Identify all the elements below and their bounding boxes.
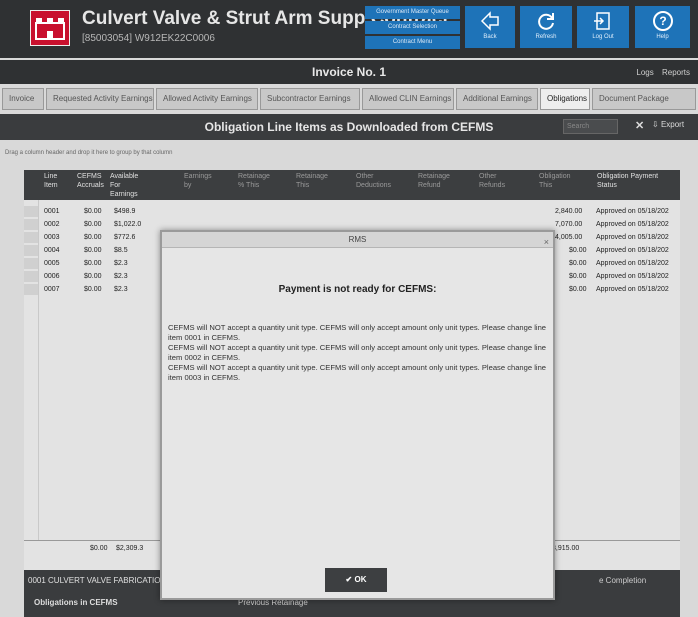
ok-label: OK [354,575,367,584]
contract-id: [85003054] W912EK22C0006 [82,33,215,44]
help-icon: ? [652,11,673,31]
header-earnings-by[interactable]: Earnings by [184,172,212,190]
app-header: Culvert Valve & Strut Arm Supp Contract … [0,0,698,58]
dialog-title-text: RMS [348,235,367,244]
dialog-heading: Payment is not ready for CEFMS: [278,284,437,295]
footer-obligation: 3,915.00 [552,545,580,552]
export-icon: ⇩ [652,120,659,129]
export-label: Export [660,120,685,129]
castle-logo-icon [30,10,70,46]
contract-menu-button[interactable]: Contract Menu [365,36,460,49]
tab-document-package[interactable]: Document Package [592,88,696,110]
logout-label: Log Out [592,34,614,40]
svg-text:?: ? [659,14,666,28]
invoice-links: Logs Reports [630,68,690,77]
table-row[interactable]: 0002 $0.00 $1,022.0 7,070.00 Approved on… [24,219,680,230]
tab-additional-earnings[interactable]: Additional Earnings [456,88,538,110]
tab-requested-activity-earnings[interactable]: Requested Activity Earnings [46,88,154,110]
invoice-tabs: Invoice Requested Activity Earnings Allo… [0,88,698,110]
tab-subcontractor-earnings[interactable]: Subcontractor Earnings [260,88,360,110]
completion-label: e Completion [599,576,647,585]
export-button[interactable]: ⇩ Export [652,120,684,129]
row-selector[interactable] [24,219,38,230]
row-selector[interactable] [24,258,38,269]
search-input[interactable]: Search [563,119,618,134]
dialog-message: CEFMS will NOT accept a quantity unit ty… [168,343,547,362]
refresh-label: Refresh [535,34,557,40]
logs-link[interactable]: Logs [636,68,653,77]
help-button[interactable]: ? Help [635,6,690,48]
invoice-bar: Invoice No. 1 Logs Reports [0,60,698,84]
dialog-message: CEFMS will NOT accept a quantity unit ty… [168,323,547,342]
refresh-button[interactable]: Refresh [520,6,572,48]
line-item-title: 0001 CULVERT VALVE FABRICATION [28,576,167,585]
footer-accruals: $0.00 [90,545,108,552]
footer-available: $2,309.3 [116,545,144,552]
contract-selection-button[interactable]: Contract Selection [365,21,460,34]
obligations-label: Obligations in CEFMS [34,598,118,607]
row-selector[interactable] [24,271,38,282]
logout-icon [594,12,610,30]
help-label: Help [656,34,669,40]
refresh-icon [538,13,554,30]
header-other-deductions[interactable]: Other Deductions [356,172,391,190]
grid-header: Line Item CEFMS Accruals Available For Earni… [24,170,680,200]
close-icon[interactable]: × [544,234,549,250]
clear-search-icon[interactable]: ✕ [635,119,644,132]
tab-allowed-activity-earnings[interactable]: Allowed Activity Earnings [156,88,258,110]
row-selector[interactable] [24,245,38,256]
back-label: Back [483,34,497,40]
navigation-stack: Government Master Queue Contract Selecti… [365,6,460,51]
section-bar: Obligation Line Items as Downloaded from… [0,114,698,140]
arrow-left-icon [480,11,499,31]
header-retainage-percent[interactable]: Retainage% This [238,172,270,190]
row-selector[interactable] [24,206,38,217]
header-available[interactable]: Available For Earnings [110,172,138,199]
castle-icon [35,18,65,40]
tab-allowed-clin-earnings[interactable]: Allowed CLIN Earnings [362,88,454,110]
table-row[interactable]: 0001 $0.00 $498.9 2,840.00 Approved on 0… [24,206,680,217]
header-retainage-this[interactable]: Retainage This [296,172,328,190]
dialog-title: RMS × [162,232,553,248]
invoice-title: Invoice No. 1 [311,65,387,79]
row-selector[interactable] [24,232,38,243]
logout-button[interactable]: Log Out [577,6,629,48]
row-selector[interactable] [24,284,38,295]
tab-obligations[interactable]: Obligations [540,88,590,110]
dialog-messages: CEFMS will NOT accept a quantity unit ty… [168,323,548,383]
rms-dialog: RMS × Payment is not ready for CEFMS: CE… [160,230,555,600]
header-cefms-accruals[interactable]: CEFMS Accruals [77,172,104,190]
ok-button[interactable]: ✔ OK [325,568,387,592]
dialog-message: CEFMS will NOT accept a quantity unit ty… [168,363,547,382]
back-button[interactable]: Back [465,6,515,48]
header-retainage-refund[interactable]: Retainage Refund [418,172,450,190]
header-obligation-this[interactable]: Obligation This [539,172,571,190]
header-line-item[interactable]: Line Item [44,172,58,190]
header-other-refunds[interactable]: Other Refunds [479,172,505,190]
checkmark-icon: ✔ [345,575,353,584]
header-payment-status[interactable]: Obligation Payment Status [597,172,658,190]
tab-invoice[interactable]: Invoice [2,88,44,110]
reports-link[interactable]: Reports [662,68,690,77]
master-queue-button[interactable]: Government Master Queue [365,6,460,19]
group-hint: Drag a column header and drop it here to… [5,150,173,156]
